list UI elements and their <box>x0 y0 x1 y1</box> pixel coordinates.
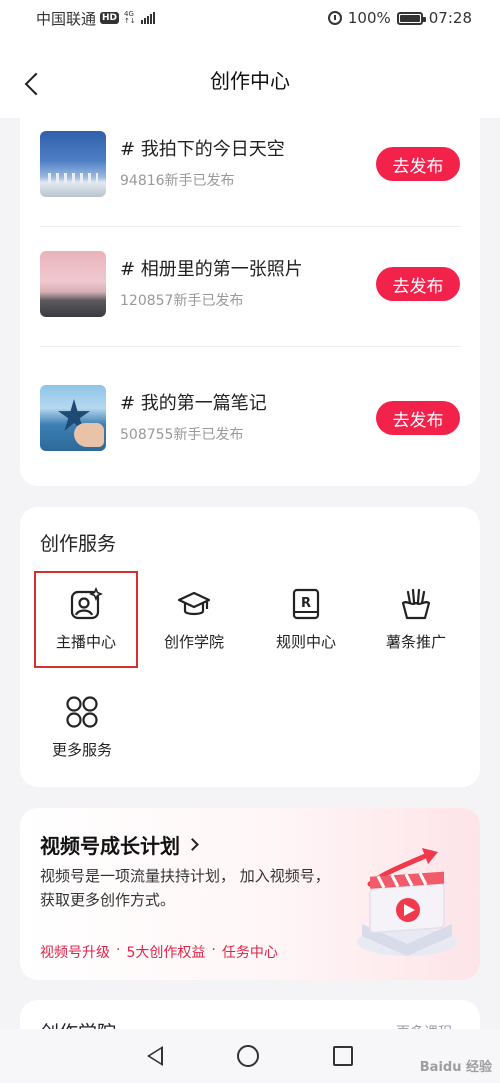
dot-separator: · <box>116 942 121 958</box>
clock: 07:28 <box>428 9 472 27</box>
pink-sky-thumbnail <box>40 251 106 317</box>
nav-recent-apps-icon[interactable] <box>333 1046 353 1066</box>
topic-count: 94816新手已发布 <box>120 173 235 189</box>
topic-title: # 我拍下的今日天空 <box>120 139 285 160</box>
rule-book-icon: R <box>292 588 320 620</box>
link-upgrade[interactable]: 视频号升级 <box>40 942 110 962</box>
service-anchor-center[interactable]: 主播中心 <box>36 573 136 667</box>
link-task-center[interactable]: 任务中心 <box>222 942 278 962</box>
topic-count: 508755新手已发布 <box>120 427 244 443</box>
starfish-thumbnail <box>40 385 106 451</box>
service-rule-center[interactable]: R 规则中心 <box>256 573 356 667</box>
topic-title: # 相册里的第一张照片 <box>120 259 303 280</box>
hd-badge: HD <box>100 12 120 24</box>
video-clapper-illustration <box>357 848 457 956</box>
creation-services-card: 创作服务 主播中心 创作学院 R 规则中心 薯条推广 更多服务 <box>20 507 480 787</box>
divider <box>40 346 460 347</box>
topic-count: 120857新手已发布 <box>120 293 244 309</box>
chevron-right-icon <box>186 838 199 851</box>
service-label: 更多服务 <box>51 741 112 759</box>
topic-item[interactable]: # 我拍下的今日天空 94816新手已发布 去发布 <box>40 130 460 198</box>
page-title: 创作中心 <box>210 68 290 93</box>
battery-icon <box>396 11 426 25</box>
publish-button[interactable]: 去发布 <box>376 401 460 435</box>
back-arrow-icon[interactable] <box>24 72 48 96</box>
network-type: 4G ↑↓ <box>124 11 136 25</box>
network-bottom: ↑↓ <box>124 17 136 25</box>
battery-percent: 100% <box>347 9 391 27</box>
topic-item[interactable]: # 相册里的第一张照片 120857新手已发布 去发布 <box>40 250 460 318</box>
nav-back-icon[interactable] <box>147 1046 163 1066</box>
dot-separator: · <box>211 942 216 958</box>
carrier-name: 中国联通 <box>36 9 97 28</box>
section-title: 创作服务 <box>40 533 117 555</box>
title-bar: 创作中心 <box>0 36 500 118</box>
growth-title-text: 视频号成长计划 <box>40 834 180 858</box>
topic-item[interactable]: # 我的第一篇笔记 508755新手已发布 去发布 <box>40 384 460 452</box>
growth-links: 视频号升级 · 5大创作权益 · 任务中心 <box>40 942 278 962</box>
watermark: Baidu 经验 <box>419 1060 492 1075</box>
service-creation-academy[interactable]: 创作学院 <box>144 573 244 667</box>
nav-home-icon[interactable] <box>237 1045 259 1067</box>
publish-button[interactable]: 去发布 <box>376 267 460 301</box>
system-nav-bar: Baidu 经验 <box>0 1029 500 1083</box>
service-label: 薯条推广 <box>385 633 446 651</box>
fries-icon <box>401 588 431 620</box>
link-benefits[interactable]: 5大创作权益 <box>126 942 205 962</box>
graduation-cap-icon <box>177 591 211 616</box>
svg-text:R: R <box>301 596 311 611</box>
topic-card: # 我拍下的今日天空 94816新手已发布 去发布 # 相册里的第一张照片 12… <box>20 112 480 486</box>
topic-title: # 我的第一篇笔记 <box>120 393 267 414</box>
alarm-icon <box>327 11 342 25</box>
growth-plan-card[interactable]: 视频号成长计划 视频号是一项流量扶持计划， 加入视频号，获取更多创作方式。 视频… <box>20 808 480 980</box>
service-label: 规则中心 <box>275 633 336 651</box>
anchor-profile-icon <box>70 587 103 620</box>
service-label: 主播中心 <box>55 633 116 651</box>
status-left: 中国联通 HD 4G ↑↓ <box>36 8 155 29</box>
sky-thumbnail <box>40 131 106 197</box>
growth-description: 视频号是一项流量扶持计划， 加入视频号，获取更多创作方式。 <box>40 867 330 909</box>
publish-button[interactable]: 去发布 <box>376 147 460 181</box>
grid-circles-icon <box>66 696 98 728</box>
service-fries-promotion[interactable]: 薯条推广 <box>366 573 466 667</box>
service-more[interactable]: 更多服务 <box>32 681 132 775</box>
service-label: 创作学院 <box>163 633 224 651</box>
divider <box>40 226 460 227</box>
status-right: 100% 07:28 <box>327 9 472 27</box>
growth-title[interactable]: 视频号成长计划 <box>40 830 199 859</box>
status-bar: 中国联通 HD 4G ↑↓ 100% 07:28 <box>0 0 500 36</box>
signal-icon <box>140 12 155 24</box>
